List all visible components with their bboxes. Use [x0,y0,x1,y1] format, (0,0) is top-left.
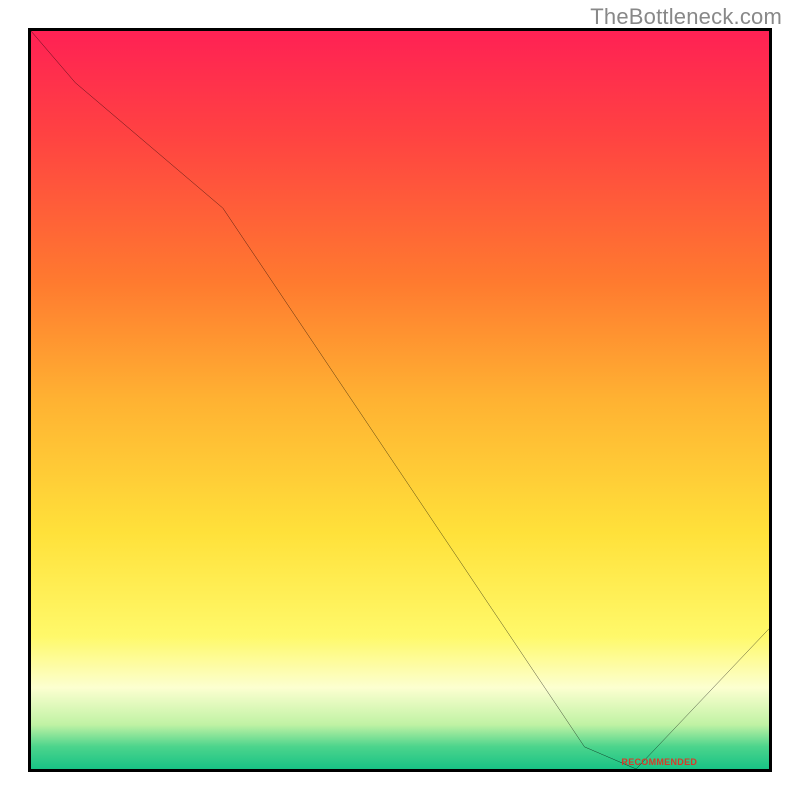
bottleneck-curve [31,31,769,769]
plot-area: RECOMMENDED [28,28,772,772]
recommended-label: RECOMMENDED [621,757,697,767]
attribution-label: TheBottleneck.com [590,4,782,30]
chart-container: TheBottleneck.com RECOMMENDED [0,0,800,800]
